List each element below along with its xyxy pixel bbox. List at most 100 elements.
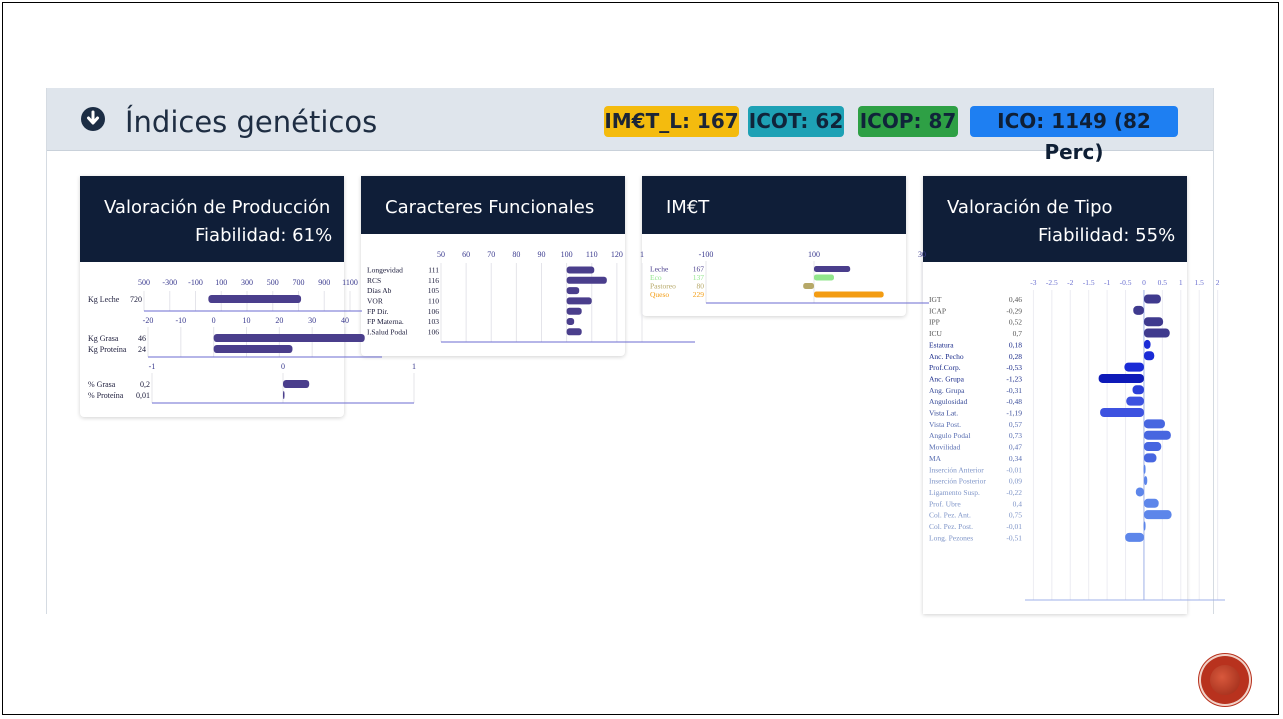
row-value: -1,23: [1006, 374, 1022, 383]
row-label: I.Salud Podal: [367, 327, 407, 336]
row-label: IPP: [929, 318, 940, 327]
bar: [566, 318, 575, 325]
bar: [1133, 305, 1144, 315]
bar: [1143, 476, 1148, 486]
badge-ico: ICO: 1149 (82 Perc): [970, 106, 1178, 164]
row-value: 103: [428, 317, 440, 326]
tick-label: -3: [1030, 278, 1036, 287]
tick-label: -100: [699, 250, 714, 259]
tick-label: 80: [512, 250, 520, 259]
card-funcionales-header: Caracteres Funcionales: [361, 176, 625, 234]
row-label: Angulo Podal: [929, 431, 970, 440]
tick-label: -300: [162, 278, 177, 287]
bar: [1143, 510, 1172, 520]
chart-kg-grasa-proteina: -20 -10 0 10 20 30 40 Kg Grasa 46 Kg Proteína 24: [88, 316, 382, 358]
tick-label: 1: [1179, 278, 1183, 287]
row-value: 0,57: [1009, 420, 1022, 429]
bar: [1098, 373, 1144, 383]
row-label: Inserción Anterior: [929, 465, 984, 474]
bar: [1143, 419, 1165, 429]
tick-label: -2.5: [1046, 278, 1058, 287]
row-label: % Proteína: [88, 391, 124, 400]
card-produccion-reliability: Fiabilidad: 61%: [195, 225, 333, 246]
logo: [1201, 656, 1249, 704]
row-label: Kg Proteína: [88, 345, 127, 354]
row-value: 0,18: [1009, 340, 1022, 349]
arrow-down-circle-icon[interactable]: [81, 107, 105, 131]
chart-imet: -100 100 30Leche 167Eco 137Pastoreo 80Queso 22…: [650, 250, 929, 304]
tick-label: 90: [538, 250, 546, 259]
card-produccion-title: Valoración de Producción: [104, 197, 331, 218]
tick-label: -20: [143, 316, 154, 325]
bar: [566, 266, 595, 274]
row-value: -0,31: [1006, 386, 1022, 395]
tick-label: -1.5: [1083, 278, 1095, 287]
tick-label: 30: [918, 250, 926, 259]
row-label: FP Materna.: [367, 317, 404, 326]
row-value: -0,53: [1006, 363, 1022, 372]
tick-label: 60: [462, 250, 470, 259]
tick-label: 1: [412, 362, 416, 371]
row-value: 0,01: [136, 391, 150, 400]
card-tipo-reliability: Fiabilidad: 55%: [1038, 225, 1176, 246]
bar: [1143, 317, 1164, 327]
tick-label: -0.5: [1120, 278, 1132, 287]
bar: [208, 295, 302, 303]
tick-label: -10: [175, 316, 186, 325]
row-label: FP Dir.: [367, 307, 389, 316]
row-value: -0,48: [1006, 397, 1022, 406]
bar: [1135, 487, 1144, 497]
tick-label: 110: [586, 250, 598, 259]
row-label: ICAP: [929, 306, 946, 315]
card-imet-header: IM€T: [642, 176, 906, 234]
tick-label: 0.5: [1158, 278, 1168, 287]
row-label: Prof. Ubre: [929, 499, 961, 508]
bar: [1143, 442, 1162, 452]
bar: [1143, 498, 1159, 508]
row-value: 0,4: [1013, 499, 1023, 508]
tick-label: 20: [275, 316, 283, 325]
row-label: ICU: [929, 329, 943, 338]
row-value: 0,09: [1009, 477, 1022, 486]
bar: [1143, 464, 1146, 474]
row-value: 0,73: [1009, 431, 1022, 440]
row-label: Queso: [650, 290, 669, 299]
tick-label: -100: [188, 278, 203, 287]
row-label: Vista Lat.: [929, 409, 958, 418]
row-label: Kg Grasa: [88, 334, 119, 343]
row-value: 0,7: [1013, 329, 1023, 338]
row-value: 0,28: [1009, 352, 1022, 361]
row-value: 0,75: [1009, 511, 1022, 520]
row-label: Col. Pez. Post.: [929, 522, 973, 531]
bar: [566, 287, 580, 295]
row-label: Longevidad: [367, 266, 403, 275]
row-value: 0,47: [1009, 443, 1022, 452]
bar: [803, 283, 814, 289]
row-value: 106: [428, 327, 440, 336]
tick-label: 0: [281, 362, 285, 371]
row-value: -0,01: [1006, 465, 1022, 474]
row-label: RCS: [367, 276, 381, 285]
tick-label: 30: [308, 316, 316, 325]
row-value: 720: [130, 295, 142, 304]
bar: [566, 328, 582, 336]
tick-label: 700: [293, 278, 305, 287]
bar: [1126, 396, 1144, 406]
row-label: Días Ab: [367, 286, 392, 295]
chart-kg-leche: 500 -300 -100 100 300 500 700 900 1100 Kg Leche 72…: [88, 278, 362, 312]
bar: [1124, 362, 1144, 372]
bar: [1143, 328, 1170, 338]
row-value: 0,34: [1009, 454, 1022, 463]
tick-label: 900: [318, 278, 330, 287]
bar: [1143, 521, 1146, 531]
row-value: 229: [693, 290, 705, 299]
tick-label: 300: [241, 278, 253, 287]
row-label: IGT: [929, 295, 942, 304]
row-label: Ang. Grupa: [929, 386, 965, 395]
tick-label: 40: [341, 316, 349, 325]
tick-label: 1.5: [1195, 278, 1205, 287]
bar: [213, 334, 365, 342]
row-label: Anc. Grupa: [929, 374, 965, 383]
tick-label: -2: [1067, 278, 1073, 287]
row-value: 116: [428, 276, 439, 285]
